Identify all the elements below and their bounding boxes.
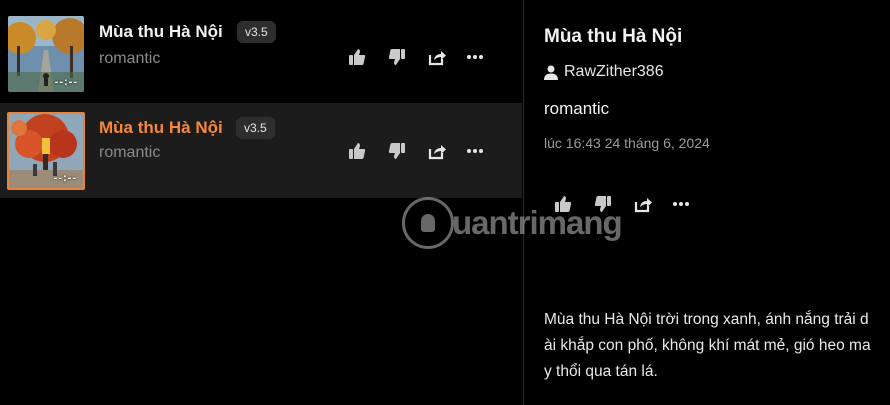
detail-timestamp: lúc 16:43 24 tháng 6, 2024 [544, 135, 710, 151]
song-cover-image[interactable]: --:-- [7, 112, 85, 190]
detail-username[interactable]: RawZither386 [564, 63, 664, 81]
version-badge: v3.5 [237, 21, 276, 43]
share-icon[interactable] [632, 194, 654, 214]
thumbs-down-icon[interactable] [386, 47, 408, 67]
song-title[interactable]: Mùa thu Hà Nội [99, 22, 223, 42]
more-icon[interactable] [464, 141, 486, 161]
song-style: romantic [99, 50, 161, 67]
song-duration: --:-- [53, 172, 77, 184]
thumbs-down-icon[interactable] [592, 194, 614, 214]
song-item-selected[interactable]: --:-- Mùa thu Hà Nội v3.5 romantic [0, 103, 522, 198]
version-badge: v3.5 [236, 117, 275, 139]
song-duration: --:-- [54, 76, 78, 88]
thumbs-down-icon[interactable] [386, 141, 408, 161]
detail-style: romantic [544, 99, 610, 118]
user-icon [544, 65, 558, 80]
song-item[interactable]: --:-- Mùa thu Hà Nội v3.5 romantic [0, 7, 522, 99]
thumbs-up-icon[interactable] [346, 141, 368, 161]
detail-user[interactable]: RawZither386 [544, 63, 664, 81]
song-style: romantic [99, 144, 161, 161]
detail-title: Mùa thu Hà Nội [544, 26, 683, 47]
share-icon[interactable] [426, 141, 448, 161]
song-title[interactable]: Mùa thu Hà Nội [99, 118, 223, 138]
thumbs-up-icon[interactable] [346, 47, 368, 67]
share-icon[interactable] [426, 47, 448, 67]
song-cover-image[interactable]: --:-- [8, 16, 84, 92]
thumbs-up-icon[interactable] [552, 194, 574, 214]
more-icon[interactable] [464, 47, 486, 67]
detail-lyrics: Mùa thu Hà Nội trời trong xanh, ánh nắng… [544, 311, 871, 380]
more-icon[interactable] [670, 194, 692, 214]
song-detail-panel: Mùa thu Hà Nội RawZither386 romantic lúc… [523, 0, 890, 405]
song-list: --:-- Mùa thu Hà Nội v3.5 romantic --:--… [0, 0, 522, 405]
